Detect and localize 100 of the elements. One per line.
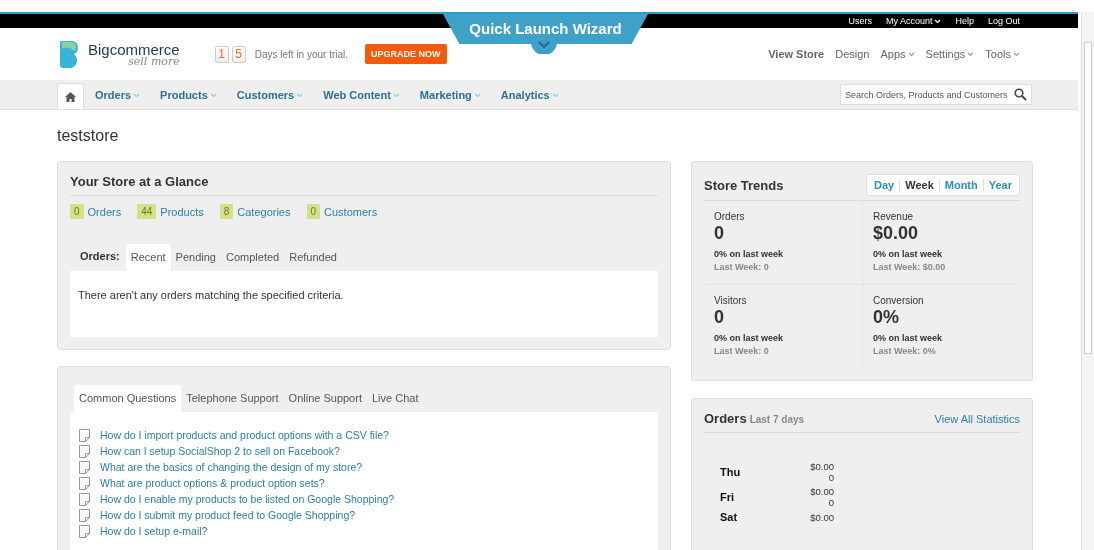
metric-value: 0% (873, 307, 900, 328)
tab[interactable]: Common Questions (74, 385, 182, 412)
question-link[interactable]: How do I import products and product options with a CSV file? (100, 429, 389, 441)
caret-icon (907, 51, 915, 57)
tab[interactable]: Refunded (284, 244, 342, 271)
period-tab[interactable]: Year (982, 179, 1017, 191)
metric-value: $0.00 (873, 223, 920, 244)
document-icon (78, 523, 92, 539)
tab[interactable]: Online Support (283, 385, 367, 412)
top-link[interactable]: My Account (885, 15, 933, 27)
order-amount: $0.00 (810, 486, 834, 497)
day-label: Sat (720, 511, 739, 523)
metric-label: Revenue (873, 211, 915, 222)
question-link[interactable]: How can I setup SocialShop 2 to sell on Facebook? (100, 445, 340, 457)
header-link[interactable]: Design (835, 48, 870, 60)
chevron-icon[interactable] (531, 38, 557, 54)
metric-change: 0% on last week (714, 333, 785, 343)
metric-value: 0 (714, 223, 725, 244)
nav-item[interactable]: Web Content (323, 88, 400, 101)
metric-last-week: Last Week: 0% (873, 346, 937, 356)
day-label: Thu (720, 466, 742, 478)
panel-subtitle: Last 7 days (749, 414, 805, 425)
count-badge: 0 (70, 204, 84, 219)
panel-title: Orders (704, 411, 747, 426)
document-icon (78, 443, 92, 459)
trial-text: Days left in your trial. (254, 48, 349, 60)
metric-last-week: Last Week: $0.00 (873, 262, 947, 272)
header-link[interactable]: Apps (880, 48, 906, 60)
header-link[interactable]: Settings (925, 48, 966, 60)
top-link[interactable]: Help (955, 15, 974, 27)
period-tab[interactable]: Week (899, 179, 939, 191)
caret-icon (551, 93, 559, 99)
panel-title: Your Store at a Glance (70, 174, 658, 196)
caret-icon (133, 93, 141, 99)
document-icon (78, 491, 92, 507)
document-icon (78, 507, 92, 523)
nav-item[interactable]: Products (160, 88, 217, 101)
count-badge: 44 (137, 204, 157, 219)
store-name: teststore (57, 127, 120, 146)
caret-icon (473, 93, 481, 99)
tab[interactable]: Completed (221, 244, 285, 271)
statistics-link[interactable]: View All Statistics (934, 412, 1020, 425)
document-icon (78, 459, 92, 475)
tab[interactable]: Telephone Support (181, 385, 284, 412)
order-amount: $0.00 (810, 461, 834, 472)
trial-digit: 5 (231, 45, 246, 63)
upgrade-button[interactable]: UPGRADE NOW (365, 44, 447, 64)
metric-label: Orders (714, 211, 746, 222)
question-link[interactable]: How do I enable my products to be listed on Google Shopping? (100, 493, 395, 505)
empty-message: There aren't any orders matching the specified criteria. (78, 289, 344, 301)
nav-item[interactable]: Analytics (500, 88, 559, 101)
scrollbar[interactable] (1081, 12, 1094, 550)
caret-icon (967, 51, 975, 57)
metric-change: 0% on last week (714, 249, 785, 259)
tab[interactable]: Recent (125, 244, 171, 271)
caret-icon (934, 18, 942, 24)
trial-digit: 1 (214, 45, 229, 63)
question-link[interactable]: What are the basics of changing the design of my store? (100, 461, 363, 473)
top-link[interactable]: Users (848, 15, 872, 27)
tab[interactable]: Pending (170, 244, 221, 271)
caret-icon (392, 93, 400, 99)
metric-change: 0% on last week (873, 333, 944, 343)
document-icon (78, 475, 92, 491)
question-link[interactable]: How do I setup e-mail? (100, 525, 208, 537)
period-tab[interactable]: Month (938, 179, 983, 191)
nav-item[interactable]: Marketing (419, 88, 481, 101)
question-link[interactable]: How do I submit my product feed to Google Shopping? (100, 509, 356, 521)
search-icon[interactable] (1014, 88, 1027, 101)
tab[interactable]: Live Chat (366, 385, 424, 412)
order-amount: $0.00 (810, 511, 834, 523)
stat-link[interactable]: Categories (237, 205, 291, 218)
metric-label: Conversion (873, 295, 925, 306)
document-icon (78, 427, 92, 443)
caret-icon (296, 93, 304, 99)
caret-icon (1013, 51, 1020, 57)
home-tab[interactable] (57, 83, 84, 109)
metric-change: 0% on last week (873, 249, 944, 259)
period-tab[interactable]: Day (869, 179, 900, 191)
order-count: 0 (828, 497, 834, 508)
day-label: Fri (720, 491, 736, 503)
nav-item[interactable]: Customers (236, 88, 304, 101)
stat-link[interactable]: Products (160, 205, 204, 218)
question-link[interactable]: What are product options & product option sets? (100, 477, 325, 489)
header-link[interactable]: Tools (985, 48, 1011, 60)
count-badge: 0 (306, 204, 321, 219)
order-count: 0 (828, 472, 834, 483)
metric-value: 0 (714, 307, 725, 328)
header-link[interactable]: View Store (768, 48, 825, 60)
panel-title: Store Trends (704, 177, 784, 193)
nav-item[interactable]: Orders (95, 88, 141, 101)
caret-icon (209, 93, 217, 99)
stat-link[interactable]: Orders (87, 205, 122, 218)
top-link[interactable]: Log Out (987, 15, 1020, 27)
home-icon (65, 91, 76, 102)
stat-link[interactable]: Customers (324, 205, 378, 218)
metric-label: Visitors (714, 295, 748, 306)
metric-last-week: Last Week: 0 (714, 346, 770, 356)
tabs-label: Orders: (80, 250, 120, 264)
search-field[interactable]: Search Orders, Products and Customers (840, 84, 1032, 105)
count-badge: 8 (219, 204, 234, 219)
